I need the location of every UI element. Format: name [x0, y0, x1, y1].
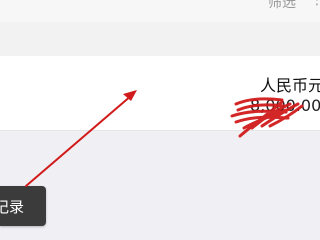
filter-button[interactable]: 筛选: [268, 0, 296, 12]
section-gap: [0, 22, 320, 57]
more-dots-icon[interactable]: ⋮: [310, 0, 320, 8]
records-button[interactable]: 记录: [0, 186, 46, 226]
record-card[interactable]: 人民币元 8,000.00: [0, 56, 320, 131]
records-label: 记录: [0, 198, 25, 216]
app-screen: 筛选 ⋮ 人民币元 8,000.00 记录: [0, 0, 320, 240]
top-bar: 筛选 ⋮: [0, 0, 320, 23]
currency-label: 人民币元: [260, 76, 320, 95]
amount-value: 8,000.00: [250, 96, 320, 115]
